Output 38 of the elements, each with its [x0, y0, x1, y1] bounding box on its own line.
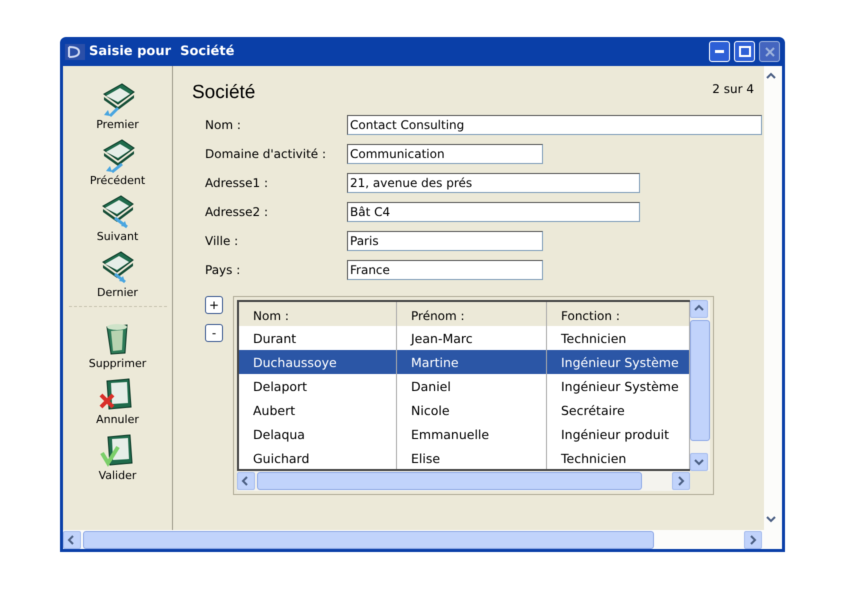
table-cell[interactable]: Ingénieur Système	[547, 350, 690, 374]
field-label: Adresse2 :	[205, 204, 270, 218]
app-logo-icon	[65, 44, 85, 60]
input-field[interactable]: 21, avenue des prés	[347, 172, 640, 192]
input-field[interactable]: Bât C4	[347, 202, 640, 222]
table-cell[interactable]: Martine	[397, 350, 547, 374]
maximize-button[interactable]	[734, 41, 755, 62]
toolbar-button[interactable]: Précédent	[90, 134, 146, 190]
add-button[interactable]: +	[205, 296, 223, 314]
horizontal-scrollbar[interactable]	[63, 530, 782, 549]
horizontal-scrollbar[interactable]	[237, 471, 690, 491]
table-cell[interactable]: Jean-Marc	[397, 326, 547, 350]
input-field[interactable]: France	[347, 260, 543, 280]
table-cell[interactable]: Duchaussoye	[239, 350, 397, 374]
remove-button[interactable]: -	[205, 324, 223, 342]
record-counter: 2 sur 4	[712, 82, 754, 96]
toolbar-button[interactable]: Suivant	[96, 190, 138, 246]
minimize-button[interactable]	[709, 41, 730, 62]
field-label: Domaine d'activité :	[205, 146, 328, 160]
field-label: Ville :	[205, 234, 240, 248]
minimize-icon	[715, 50, 724, 54]
table-cell[interactable]: Durant	[239, 326, 397, 350]
field-label: Adresse1 :	[205, 176, 270, 190]
toolbar-button[interactable]: Premier	[96, 78, 139, 134]
input-field[interactable]: Contact Consulting	[347, 114, 762, 134]
field-label: Pays :	[205, 262, 242, 276]
form-heading: Société	[192, 82, 256, 104]
window-title: Saisie pour Société	[89, 44, 236, 59]
input-field[interactable]: Communication	[347, 144, 543, 164]
maximize-icon	[738, 46, 750, 57]
toolbar-button[interactable]: Annuler	[96, 373, 139, 429]
input-field[interactable]: Paris	[347, 230, 543, 250]
toolbar-button[interactable]: Dernier	[97, 246, 138, 302]
table-cell[interactable]: Technicien	[547, 326, 690, 350]
toolbar-button[interactable]: Supprimer	[88, 317, 146, 373]
close-icon	[764, 46, 776, 58]
field-label: Nom :	[205, 118, 242, 132]
toolbar-button[interactable]: Valider	[98, 429, 138, 485]
